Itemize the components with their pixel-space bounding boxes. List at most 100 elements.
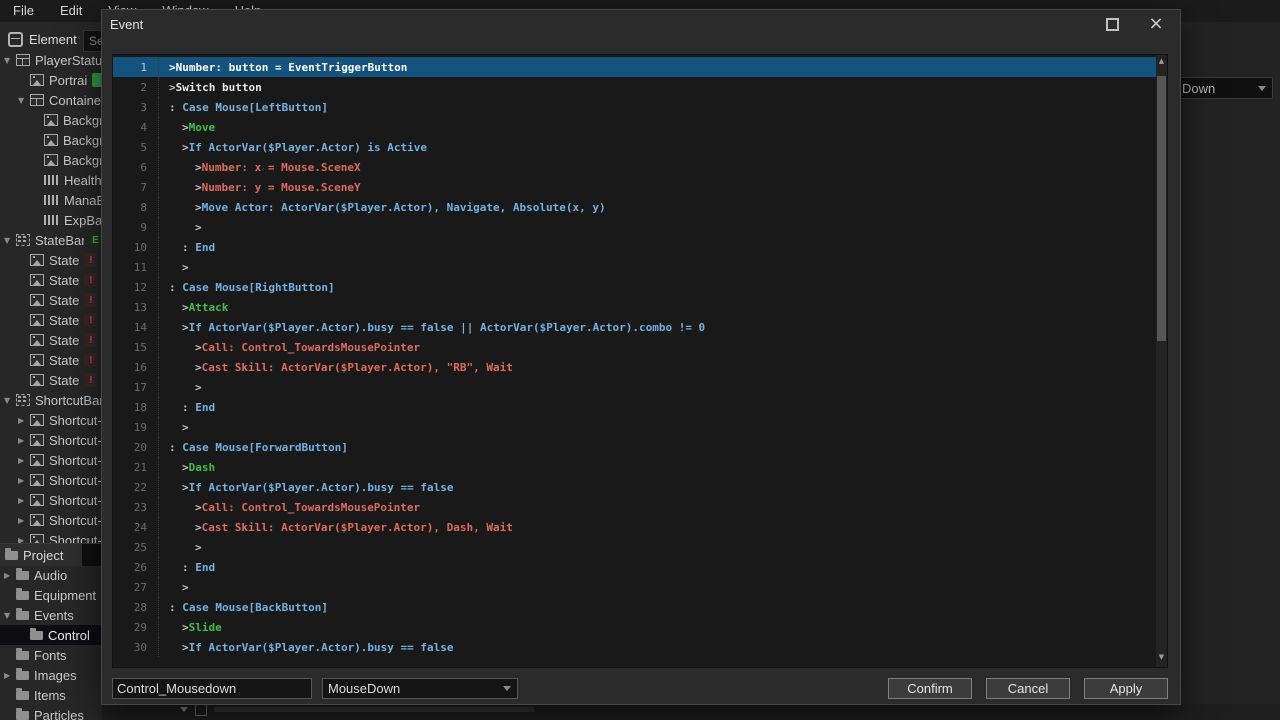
command-line[interactable]: 10: End [113, 237, 1156, 257]
menu-file[interactable]: File [0, 0, 47, 22]
command-line[interactable]: 20: Case Mouse[ForwardButton] [113, 437, 1156, 457]
expander-icon[interactable]: ▶ [2, 571, 16, 580]
project-item-audio[interactable]: ▶Audio [0, 565, 102, 585]
expander-icon[interactable]: ▶ [16, 476, 30, 485]
command-line[interactable]: 13>Attack [113, 297, 1156, 317]
project-item-images[interactable]: ▶Images [0, 665, 102, 685]
tab-project[interactable]: Project [0, 543, 102, 566]
command-line[interactable]: 21>Dash [113, 457, 1156, 477]
command-line[interactable]: 7>Number: y = Mouse.SceneY [113, 177, 1156, 197]
scrollbar-thumb[interactable] [1157, 76, 1166, 341]
element-item-shortcut-[interactable]: ▶Shortcut- [0, 490, 102, 510]
chevron-down-icon[interactable] [180, 707, 188, 712]
command-line[interactable]: 25> [113, 537, 1156, 557]
checkbox[interactable] [195, 704, 207, 716]
command-text: : End [158, 557, 215, 577]
element-item-shortcut-[interactable]: ▶Shortcut- [0, 510, 102, 530]
search-input[interactable]: Search [83, 30, 102, 52]
command-line[interactable]: 12: Case Mouse[RightButton] [113, 277, 1156, 297]
element-item-shortcutbar[interactable]: ▼ShortcutBar [0, 390, 102, 410]
element-item-state[interactable]: State! [0, 290, 102, 310]
project-item-items[interactable]: Items [0, 685, 102, 705]
command-line[interactable]: 14>If ActorVar($Player.Actor).busy == fa… [113, 317, 1156, 337]
element-item-playerstatus[interactable]: ▼PlayerStatus [0, 50, 102, 70]
command-line[interactable]: 23>Call: Control_TowardsMousePointer [113, 497, 1156, 517]
command-line[interactable]: 3: Case Mouse[LeftButton] [113, 97, 1156, 117]
element-item-background[interactable]: Background [0, 150, 102, 170]
expander-icon[interactable]: ▶ [16, 456, 30, 465]
scroll-up-icon[interactable]: ▲ [1156, 57, 1167, 65]
command-line[interactable]: 24>Cast Skill: ActorVar($Player.Actor), … [113, 517, 1156, 537]
alert-badge: ! [84, 273, 97, 287]
project-item-equipment[interactable]: Equipment [0, 585, 102, 605]
menu-edit[interactable]: Edit [47, 0, 95, 22]
element-item-shortcut-[interactable]: ▶Shortcut- [0, 450, 102, 470]
expander-icon[interactable]: ▼ [16, 96, 30, 105]
cancel-button[interactable]: Cancel [986, 678, 1070, 699]
element-item-manabar[interactable]: ManaBar [0, 190, 102, 210]
command-line[interactable]: 9> [113, 217, 1156, 237]
element-item-background[interactable]: Background [0, 110, 102, 130]
element-item-state[interactable]: State! [0, 350, 102, 370]
project-item-events[interactable]: ▼Events [0, 605, 102, 625]
command-line[interactable]: 6>Number: x = Mouse.SceneX [113, 157, 1156, 177]
element-item-container[interactable]: ▼Container [0, 90, 102, 110]
apply-button[interactable]: Apply [1084, 678, 1168, 699]
event-name-input[interactable] [112, 678, 312, 699]
folder-icon [16, 591, 29, 600]
command-line[interactable]: 18: End [113, 397, 1156, 417]
element-item-shortcut-[interactable]: ▶Shortcut- [0, 430, 102, 450]
command-prefix: > [195, 541, 202, 554]
command-line[interactable]: 16>Cast Skill: ActorVar($Player.Actor), … [113, 357, 1156, 377]
direction-dropdown[interactable]: Down [1180, 77, 1273, 99]
scroll-down-icon[interactable]: ▼ [1156, 653, 1167, 661]
command-line[interactable]: 1>Number: button = EventTriggerButton [113, 57, 1156, 77]
panel-gap [82, 544, 102, 566]
element-item-state[interactable]: State! [0, 370, 102, 390]
command-line[interactable]: 5>If ActorVar($Player.Actor) is Active [113, 137, 1156, 157]
project-item-control[interactable]: Control [0, 625, 102, 645]
expander-icon[interactable]: ▶ [2, 671, 16, 680]
element-item-state[interactable]: State! [0, 330, 102, 350]
scrollbar[interactable]: ▲ ▼ [1156, 55, 1167, 667]
command-line[interactable]: 8>Move Actor: ActorVar($Player.Actor), N… [113, 197, 1156, 217]
project-item-fonts[interactable]: Fonts [0, 645, 102, 665]
command-line[interactable]: 4>Move [113, 117, 1156, 137]
command-line[interactable]: 27> [113, 577, 1156, 597]
expander-icon[interactable]: ▶ [16, 516, 30, 525]
command-line[interactable]: 2>Switch button [113, 77, 1156, 97]
expander-icon[interactable]: ▼ [2, 56, 16, 65]
command-line[interactable]: 28: Case Mouse[BackButton] [113, 597, 1156, 617]
command-line[interactable]: 22>If ActorVar($Player.Actor).busy == fa… [113, 477, 1156, 497]
expander-icon[interactable]: ▶ [16, 416, 30, 425]
command-line[interactable]: 15>Call: Control_TowardsMousePointer [113, 337, 1156, 357]
trigger-dropdown[interactable]: MouseDown [322, 678, 518, 699]
command-body: Case Mouse[RightButton] [182, 281, 334, 294]
expander-icon[interactable]: ▼ [2, 236, 16, 245]
dialog-maximize-button[interactable] [1105, 17, 1119, 31]
command-line[interactable]: 19> [113, 417, 1156, 437]
element-item-state[interactable]: State! [0, 310, 102, 330]
expander-icon[interactable]: ▼ [2, 396, 16, 405]
element-item-portrait[interactable]: Portrait [0, 70, 102, 90]
command-line[interactable]: 17> [113, 377, 1156, 397]
element-item-healthbar[interactable]: HealthBar [0, 170, 102, 190]
expander-icon[interactable]: ▼ [2, 611, 16, 620]
dialog-close-button[interactable]: × [1149, 17, 1163, 31]
element-item-state[interactable]: State! [0, 270, 102, 290]
command-line[interactable]: 26: End [113, 557, 1156, 577]
element-item-expbar[interactable]: ExpBar [0, 210, 102, 230]
element-item-state[interactable]: State! [0, 250, 102, 270]
project-item-particles[interactable]: Particles [0, 705, 102, 720]
element-item-background[interactable]: Background [0, 130, 102, 150]
command-line[interactable]: 30>If ActorVar($Player.Actor).busy == fa… [113, 637, 1156, 657]
command-line[interactable]: 29>Slide [113, 617, 1156, 637]
element-item-statebar[interactable]: ▼StateBarE [0, 230, 102, 250]
expander-icon[interactable]: ▶ [16, 436, 30, 445]
element-item-shortcut-[interactable]: ▶Shortcut- [0, 410, 102, 430]
command-line[interactable]: 11> [113, 257, 1156, 277]
confirm-button[interactable]: Confirm [888, 678, 972, 699]
expander-icon[interactable]: ▶ [16, 496, 30, 505]
element-item-shortcut-[interactable]: ▶Shortcut- [0, 470, 102, 490]
folder-icon [16, 571, 29, 580]
